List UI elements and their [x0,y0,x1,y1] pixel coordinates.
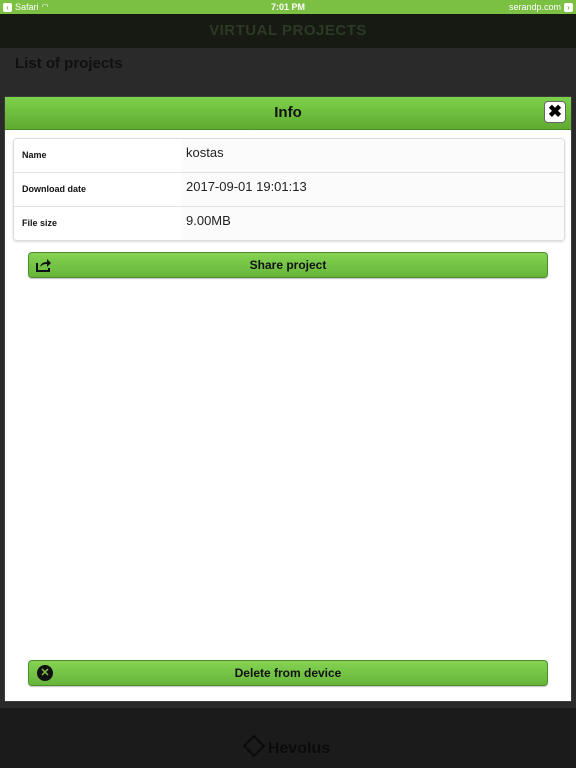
info-value: kostas [181,139,564,172]
close-button[interactable]: ✖ [544,101,566,123]
dialog-body: Name kostas Download date 2017-09-01 19:… [5,130,571,701]
info-label: Download date [14,173,181,206]
app-header-title: VIRTUAL PROJECTS [0,14,576,48]
share-project-button[interactable]: Share project [28,252,548,278]
forward-icon[interactable]: › [564,2,573,12]
info-table: Name kostas Download date 2017-09-01 19:… [13,138,565,241]
site-label: serandp.com [508,2,561,12]
dialog-title: Info [274,104,302,121]
logo-diamond-icon [242,734,266,758]
status-bar: ‹ Safari ◠ 7:01 PM serandp.com › [0,0,576,14]
screen: ‹ Safari ◠ 7:01 PM serandp.com › VIRTUAL… [0,0,576,768]
info-row-name: Name kostas [14,139,564,173]
dialog-header: Info ✖ [5,97,571,130]
brand-name: Hevolus [267,740,331,757]
status-time: 7:01 PM [270,2,305,12]
list-title: List of projects [15,55,123,72]
info-label: File size [14,207,181,240]
delete-from-device-button[interactable]: ✕ Delete from device [28,660,548,686]
info-dialog: Info ✖ Name kostas Download date 2017-09… [4,96,572,702]
delete-label: Delete from device [234,666,342,680]
info-value: 9.00MB [181,207,564,240]
info-label: Name [14,139,181,172]
info-value: 2017-09-01 19:01:13 [181,173,564,206]
share-project-label: Share project [249,258,327,272]
info-row-file-size: File size 9.00MB [14,207,564,240]
info-row-download-date: Download date 2017-09-01 19:01:13 [14,173,564,207]
brand-logo: Hevolus [0,734,576,758]
close-icon: ✖ [547,102,563,121]
